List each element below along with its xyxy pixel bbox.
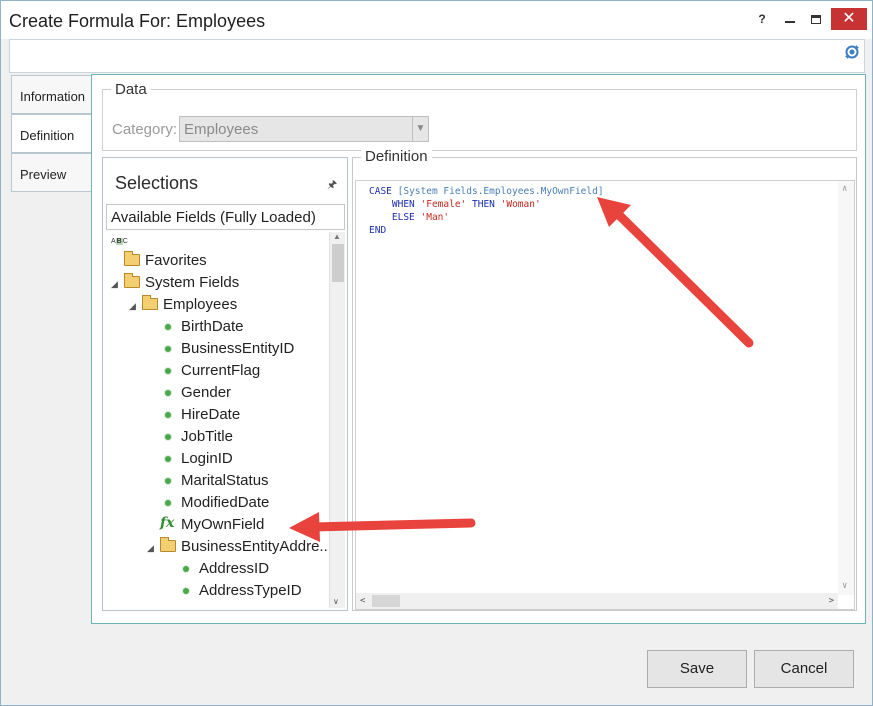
arrow-to-definition bbox=[597, 197, 754, 348]
dialog-window: Create Formula For: Employees ? ✕ Inform… bbox=[0, 0, 873, 706]
annotation-arrows bbox=[289, 197, 754, 542]
arrow-to-myownfield bbox=[289, 512, 476, 542]
